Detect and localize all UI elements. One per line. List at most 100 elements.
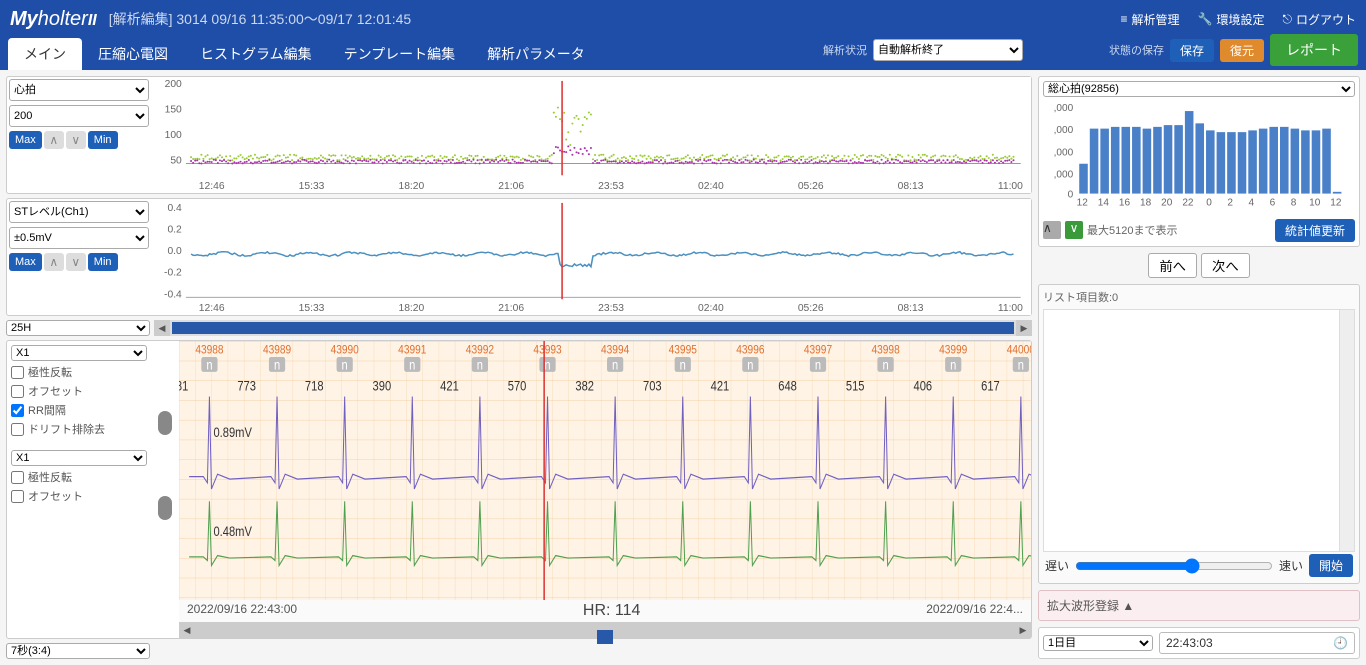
svg-text:08:13: 08:13: [898, 303, 924, 314]
ecg-scrollbar[interactable]: ◀ ▶: [179, 622, 1031, 638]
histogram-chart[interactable]: ,000 ,000 ,000 ,000 0 121416182022024681…: [1043, 101, 1355, 212]
svg-text:648: 648: [778, 378, 797, 393]
svg-text:0.48mV: 0.48mV: [213, 524, 252, 539]
trend2-chart[interactable]: 0.4 0.2 0.0 -0.2 -0.4 12:4615:3318:2021:…: [155, 199, 1031, 315]
svg-text:16: 16: [1119, 198, 1131, 209]
trend1-max-button[interactable]: Max: [9, 131, 42, 149]
logout-icon: ⎋: [1282, 12, 1292, 27]
svg-text:12:46: 12:46: [199, 303, 225, 314]
svg-text:n: n: [206, 357, 212, 372]
speed-slider[interactable]: [1075, 558, 1273, 574]
svg-text:18:20: 18:20: [398, 303, 424, 314]
svg-text:43993: 43993: [533, 344, 561, 357]
list-panel: リスト項目数:0 遅い 速い 開始: [1038, 284, 1360, 584]
scroll-left-icon[interactable]: ◀: [154, 320, 170, 336]
ecg-span-select[interactable]: 7秒(3:4): [6, 643, 150, 659]
svg-text:n: n: [409, 357, 415, 372]
svg-text:570: 570: [508, 378, 527, 393]
trend-span-select[interactable]: 25H: [6, 320, 150, 336]
chevron-up-icon[interactable]: ∧: [44, 131, 64, 149]
trend1-min-button[interactable]: Min: [88, 131, 118, 149]
restore-button[interactable]: 復元: [1220, 39, 1264, 62]
svg-text:,000: ,000: [1054, 169, 1074, 180]
svg-text:43999: 43999: [939, 344, 967, 357]
svg-text:12: 12: [1330, 198, 1342, 209]
tab-template[interactable]: テンプレート編集: [328, 38, 472, 70]
histo-update-button[interactable]: 統計値更新: [1275, 219, 1355, 242]
menu-logout[interactable]: ⎋ログアウト: [1282, 11, 1356, 28]
time-input[interactable]: 22:43:03 🕘: [1159, 632, 1355, 654]
svg-text:43997: 43997: [804, 344, 832, 357]
trend-scrollbar[interactable]: ◀ ▶: [154, 320, 1032, 336]
chevron-down-icon[interactable]: ∨: [66, 253, 86, 271]
chk-offset[interactable]: オフセット: [11, 383, 147, 399]
day-select[interactable]: 1日目: [1043, 635, 1153, 651]
list-icon: ≡: [1120, 12, 1127, 26]
wrench-icon: 🔧: [1198, 12, 1213, 26]
chevron-up-icon[interactable]: ∧: [44, 253, 64, 271]
svg-text:n: n: [1018, 357, 1024, 372]
next-button[interactable]: 次へ: [1201, 253, 1250, 278]
svg-text:150: 150: [165, 105, 183, 116]
histogram-panel: 総心拍(92856) ,000 ,000 ,000 ,000 0 1214161…: [1038, 76, 1360, 247]
chk-polarity[interactable]: 極性反転: [11, 364, 147, 380]
svg-text:14: 14: [1098, 198, 1110, 209]
trend2-type-select[interactable]: STレベル(Ch1): [9, 201, 149, 223]
svg-text:43992: 43992: [466, 344, 494, 357]
trend1-scale-select[interactable]: 200: [9, 105, 149, 127]
tab-params[interactable]: 解析パラメータ: [471, 38, 601, 70]
trend2-min-button[interactable]: Min: [88, 253, 118, 271]
ch2-gain-slider[interactable]: [158, 496, 172, 520]
start-button[interactable]: 開始: [1309, 554, 1353, 577]
trend1-type-select[interactable]: 心拍: [9, 79, 149, 101]
scroll-left-icon[interactable]: ◀: [179, 622, 195, 638]
scroll-right-icon[interactable]: ▶: [1015, 622, 1031, 638]
ecg-zoom-select[interactable]: X1: [11, 345, 147, 361]
svg-text:617: 617: [981, 378, 1000, 393]
menu-analysis[interactable]: ≡解析管理: [1120, 11, 1179, 28]
histo-nav-down[interactable]: ∨: [1065, 221, 1083, 239]
scroll-right-icon[interactable]: ▶: [1016, 320, 1032, 336]
svg-text:,000: ,000: [1054, 147, 1074, 158]
expand-wave-panel[interactable]: 拡大波形登録 ▲: [1038, 590, 1360, 621]
histo-select[interactable]: 総心拍(92856): [1043, 81, 1355, 97]
ecg-zoom2-select[interactable]: X1: [11, 450, 147, 466]
menu-settings[interactable]: 🔧環境設定: [1198, 11, 1265, 28]
tab-histogram[interactable]: ヒストグラム編集: [184, 38, 328, 70]
save-button[interactable]: 保存: [1170, 39, 1214, 62]
histo-nav-up[interactable]: ∧: [1043, 221, 1061, 239]
trend2-scale-select[interactable]: ±0.5mV: [9, 227, 149, 249]
ecg-end-time: 2022/09/16 22:4...: [926, 602, 1023, 620]
list-body[interactable]: [1043, 309, 1355, 552]
svg-text:n: n: [342, 357, 348, 372]
chk-offset2[interactable]: オフセット: [11, 488, 147, 504]
svg-text:50: 50: [170, 156, 182, 167]
svg-text:n: n: [274, 357, 280, 372]
svg-text:21:06: 21:06: [498, 181, 524, 192]
svg-text:2: 2: [1227, 198, 1233, 209]
chk-rr[interactable]: RR間隔: [11, 402, 147, 418]
trend1-chart[interactable]: 200 150 100 50 12:4615:3318:2021:0623:53…: [155, 77, 1031, 193]
trend2-max-button[interactable]: Max: [9, 253, 42, 271]
svg-text:,000: ,000: [1054, 125, 1074, 136]
tab-main[interactable]: メイン: [8, 38, 82, 70]
svg-text:-0.2: -0.2: [164, 268, 182, 279]
prev-button[interactable]: 前へ: [1148, 253, 1197, 278]
chk-polarity2[interactable]: 極性反転: [11, 469, 147, 485]
svg-text:43988: 43988: [195, 344, 223, 357]
chk-drift[interactable]: ドリフト排除去: [11, 421, 147, 437]
svg-text:n: n: [950, 357, 956, 372]
ch1-gain-slider[interactable]: [158, 411, 172, 435]
svg-text:100: 100: [165, 130, 183, 141]
svg-text:05:26: 05:26: [798, 181, 824, 192]
tab-compress[interactable]: 圧縮心電図: [82, 38, 184, 70]
svg-text:406: 406: [914, 378, 933, 393]
status-select[interactable]: 自動解析終了: [873, 39, 1023, 61]
svg-text:10: 10: [1309, 198, 1321, 209]
chevron-down-icon[interactable]: ∨: [66, 131, 86, 149]
report-button[interactable]: レポート: [1270, 34, 1358, 66]
svg-text:43995: 43995: [669, 344, 697, 357]
svg-text:43991: 43991: [398, 344, 426, 357]
ecg-waveform[interactable]: 43988 n 78143989 n 77343990 n 71843991 n…: [179, 341, 1031, 600]
clock-icon: 🕘: [1333, 636, 1348, 650]
